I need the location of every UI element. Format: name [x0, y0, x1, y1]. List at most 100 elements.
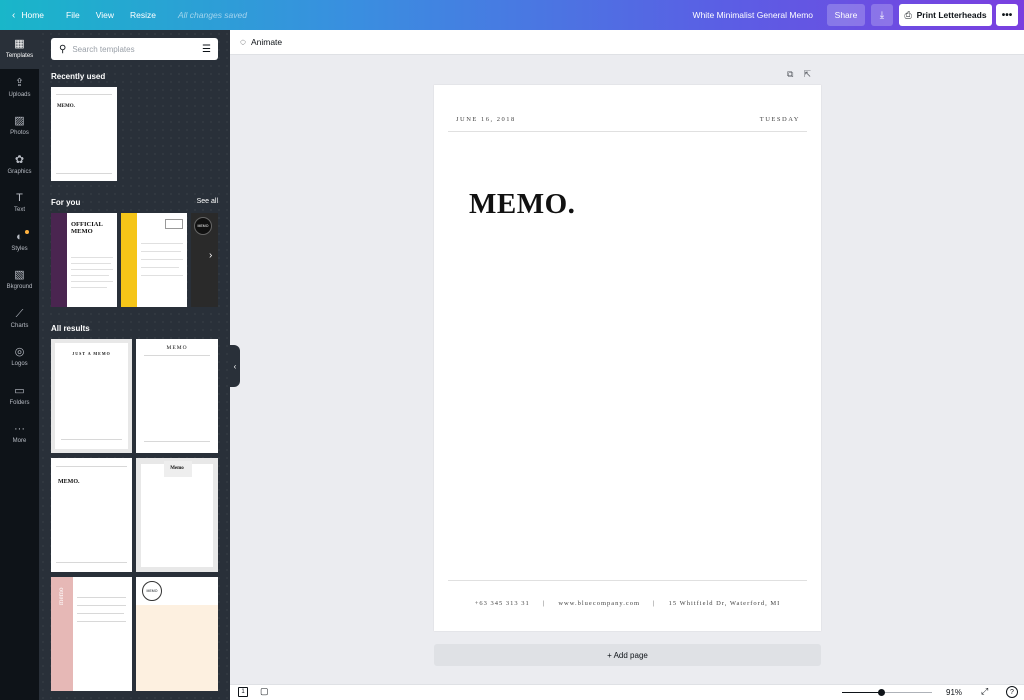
animate-button[interactable]: Animate	[251, 37, 282, 47]
rail-logos[interactable]: ◎ Logos	[0, 338, 39, 377]
add-page-button[interactable]: + Add page	[434, 644, 821, 666]
add-page-icon[interactable]: ⇱	[803, 69, 811, 80]
notes-icon[interactable]: ▢	[260, 686, 269, 697]
carousel-next-icon[interactable]: ›	[209, 250, 212, 261]
thumb-circle-logo: MEMO	[142, 581, 162, 601]
header-divider	[448, 131, 807, 132]
thumb-title: Memo	[170, 466, 184, 471]
thumb-rule	[77, 613, 124, 614]
resize-menu[interactable]: Resize	[130, 10, 172, 20]
download-icon: ⤓	[879, 9, 885, 21]
rail-templates[interactable]: ▦ Templates	[0, 30, 39, 69]
recent-template-thumb[interactable]: MEMO.	[51, 87, 117, 181]
printer-icon: ⎙	[904, 9, 912, 20]
search-input[interactable]	[72, 44, 193, 54]
see-all-link[interactable]: See all	[197, 198, 218, 205]
text-icon: T	[16, 192, 23, 205]
thumb-rule	[71, 287, 107, 288]
rail-text[interactable]: T Text	[0, 184, 39, 223]
memo-title[interactable]: MEMO.	[469, 188, 575, 221]
thumb-rule	[77, 605, 126, 606]
templates-panel: ⚲ ☰ Recently used MEMO. For you See all …	[39, 30, 230, 700]
for-you-thumb-official-memo[interactable]: OFFICIAL MEMO	[51, 213, 117, 307]
zoom-slider-handle[interactable]	[878, 689, 886, 696]
home-button[interactable]: ‹ Home	[12, 10, 66, 21]
footer-divider	[448, 580, 807, 581]
all-results-heading: All results	[51, 324, 90, 333]
memo-footer[interactable]: +63 345 313 31 | www.bluecompany.com | 1…	[434, 600, 821, 607]
thumb-rule	[77, 597, 126, 598]
thumb-rule	[61, 439, 122, 440]
editor-toolbar: ◌ Animate	[230, 30, 1024, 55]
zoom-slider-fill	[842, 692, 882, 693]
help-icon[interactable]: ?	[1006, 686, 1018, 698]
rail-photos[interactable]: ▨ Photos	[0, 107, 39, 146]
result-thumb-memo-minimal[interactable]: MEMO.	[51, 458, 132, 572]
thumb-rule	[144, 355, 210, 356]
zoom-level[interactable]: 91%	[946, 688, 962, 697]
rail-folders[interactable]: ▭ Folders	[0, 377, 39, 416]
thumb-circle-logo: MEMO	[194, 217, 212, 235]
result-thumb-pink-memo[interactable]: memo	[51, 577, 132, 691]
fullscreen-icon[interactable]: ⤢	[981, 686, 988, 697]
thumb-rule	[56, 173, 112, 174]
for-you-thumb-yellow-memo[interactable]	[121, 213, 187, 307]
thumb-inner	[55, 343, 128, 449]
upload-icon: ⇪	[14, 76, 25, 89]
thumb-rule	[141, 267, 179, 268]
for-you-heading: For you	[51, 198, 81, 207]
print-button[interactable]: ⎙ Print Letterheads	[899, 4, 992, 26]
share-button[interactable]: Share	[827, 4, 865, 26]
top-bar: ‹ Home File View Resize All changes saved…	[0, 0, 1024, 30]
footer-address: 15 Whitfield Dr, Waterford, MI	[668, 600, 781, 607]
thumb-title: MEMO	[166, 345, 188, 351]
thumb-title: MEMO.	[57, 104, 75, 109]
thumb-rule	[56, 466, 127, 467]
result-thumb-peach-memo[interactable]: MEMO	[136, 577, 218, 691]
download-button[interactable]: ⤓	[871, 4, 893, 26]
filter-icon[interactable]: ☰	[202, 44, 211, 55]
animate-icon: ◌	[240, 36, 246, 48]
result-thumb-just-a-memo[interactable]: JUST A MEMO	[51, 339, 132, 453]
memo-date[interactable]: JUNE 16, 2018	[456, 116, 516, 123]
memo-page[interactable]: JUNE 16, 2018 TUESDAY MEMO. +63 345 313 …	[434, 85, 821, 631]
templates-icon: ▦	[14, 38, 25, 51]
rail-styles[interactable]: ◐ Styles	[0, 223, 39, 262]
document-title[interactable]: White Minimalist General Memo	[693, 10, 813, 20]
duplicate-page-icon[interactable]: ⧉	[787, 69, 793, 80]
search-bar: ⚲ ☰	[51, 38, 218, 60]
ellipsis-icon: •••	[1001, 9, 1013, 21]
graphics-icon: ✿	[14, 153, 25, 166]
rail-background[interactable]: ▧ Bkground	[0, 261, 39, 300]
file-menu[interactable]: File	[66, 10, 96, 20]
more-icon: ···	[14, 423, 25, 436]
zoom-slider[interactable]	[842, 689, 932, 696]
footer-website: www.bluecompany.com	[558, 600, 641, 607]
rail-more[interactable]: ··· More	[0, 415, 39, 454]
rail-charts[interactable]: ⟋ Charts	[0, 300, 39, 339]
thumb-sidebar-yellow	[121, 213, 137, 307]
recently-used-heading: Recently used	[51, 72, 106, 81]
palette-icon: ◐	[16, 230, 23, 243]
rail-uploads[interactable]: ⇪ Uploads	[0, 69, 39, 108]
for-you-thumb-dark-memo[interactable]: MEMO	[191, 213, 218, 307]
page-count-button[interactable]: 1	[238, 687, 248, 697]
page-actions: ⧉ ⇱	[787, 69, 811, 80]
background-icon: ▧	[14, 269, 25, 282]
result-thumb-memo-frame[interactable]: Memo	[136, 458, 218, 572]
more-options-button[interactable]: •••	[996, 4, 1018, 26]
view-menu[interactable]: View	[96, 10, 130, 20]
memo-day[interactable]: TUESDAY	[760, 116, 800, 123]
chevron-left-icon: ‹	[12, 9, 16, 21]
thumb-title: MEMO.	[58, 479, 80, 485]
side-rail: ▦ Templates ⇪ Uploads ▨ Photos ✿ Graphics TT…	[0, 30, 39, 700]
thumb-title: JUST A MEMO	[72, 351, 111, 356]
new-badge	[25, 229, 29, 234]
collapse-panel-button[interactable]: ‹	[230, 345, 240, 387]
bottom-bar: 1 ▢ 91% ⤢ ?	[230, 684, 1024, 700]
result-thumb-memo[interactable]: MEMO	[136, 339, 218, 453]
thumb-rule	[141, 259, 183, 260]
thumb-title: OFFICIAL MEMO	[71, 221, 103, 235]
rail-graphics[interactable]: ✿ Graphics	[0, 146, 39, 185]
logo-icon: ◎	[14, 346, 25, 359]
